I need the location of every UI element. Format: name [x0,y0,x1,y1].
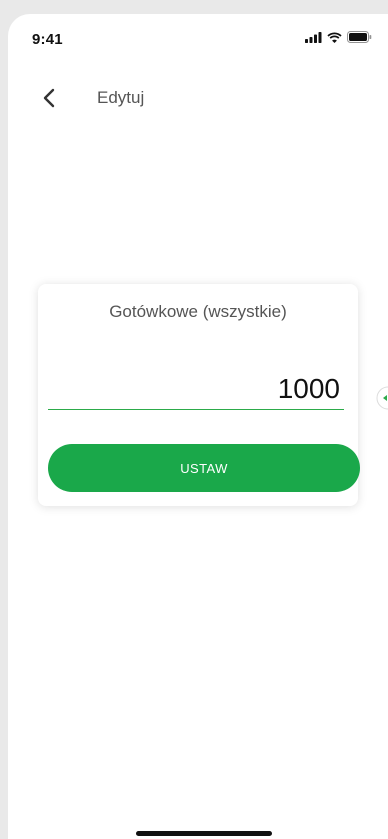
status-bar: 9:41 [8,14,388,58]
page-title: Edytuj [97,88,145,107]
home-indicator [136,831,272,836]
limit-card: Gotówkowe (wszystkie) USTAW [38,284,360,506]
status-icons [305,31,372,43]
chevron-left-icon [376,386,388,410]
navigation-bar: Edytuj [8,84,388,114]
wifi-icon [327,32,342,43]
set-button[interactable]: USTAW [48,444,360,492]
status-time: 9:41 [32,31,63,48]
battery-icon [347,31,372,43]
side-drawer-handle[interactable] [374,386,388,410]
cellular-signal-icon [305,31,322,43]
card-title: Gotówkowe (wszystkie) [109,302,287,321]
phone-screen: 9:41 Edytuj Gotówkowe (wszystkie) 1000 U… [8,14,388,839]
back-button[interactable] [38,86,62,110]
chevron-left-icon [43,88,55,108]
amount-input[interactable] [48,368,344,410]
